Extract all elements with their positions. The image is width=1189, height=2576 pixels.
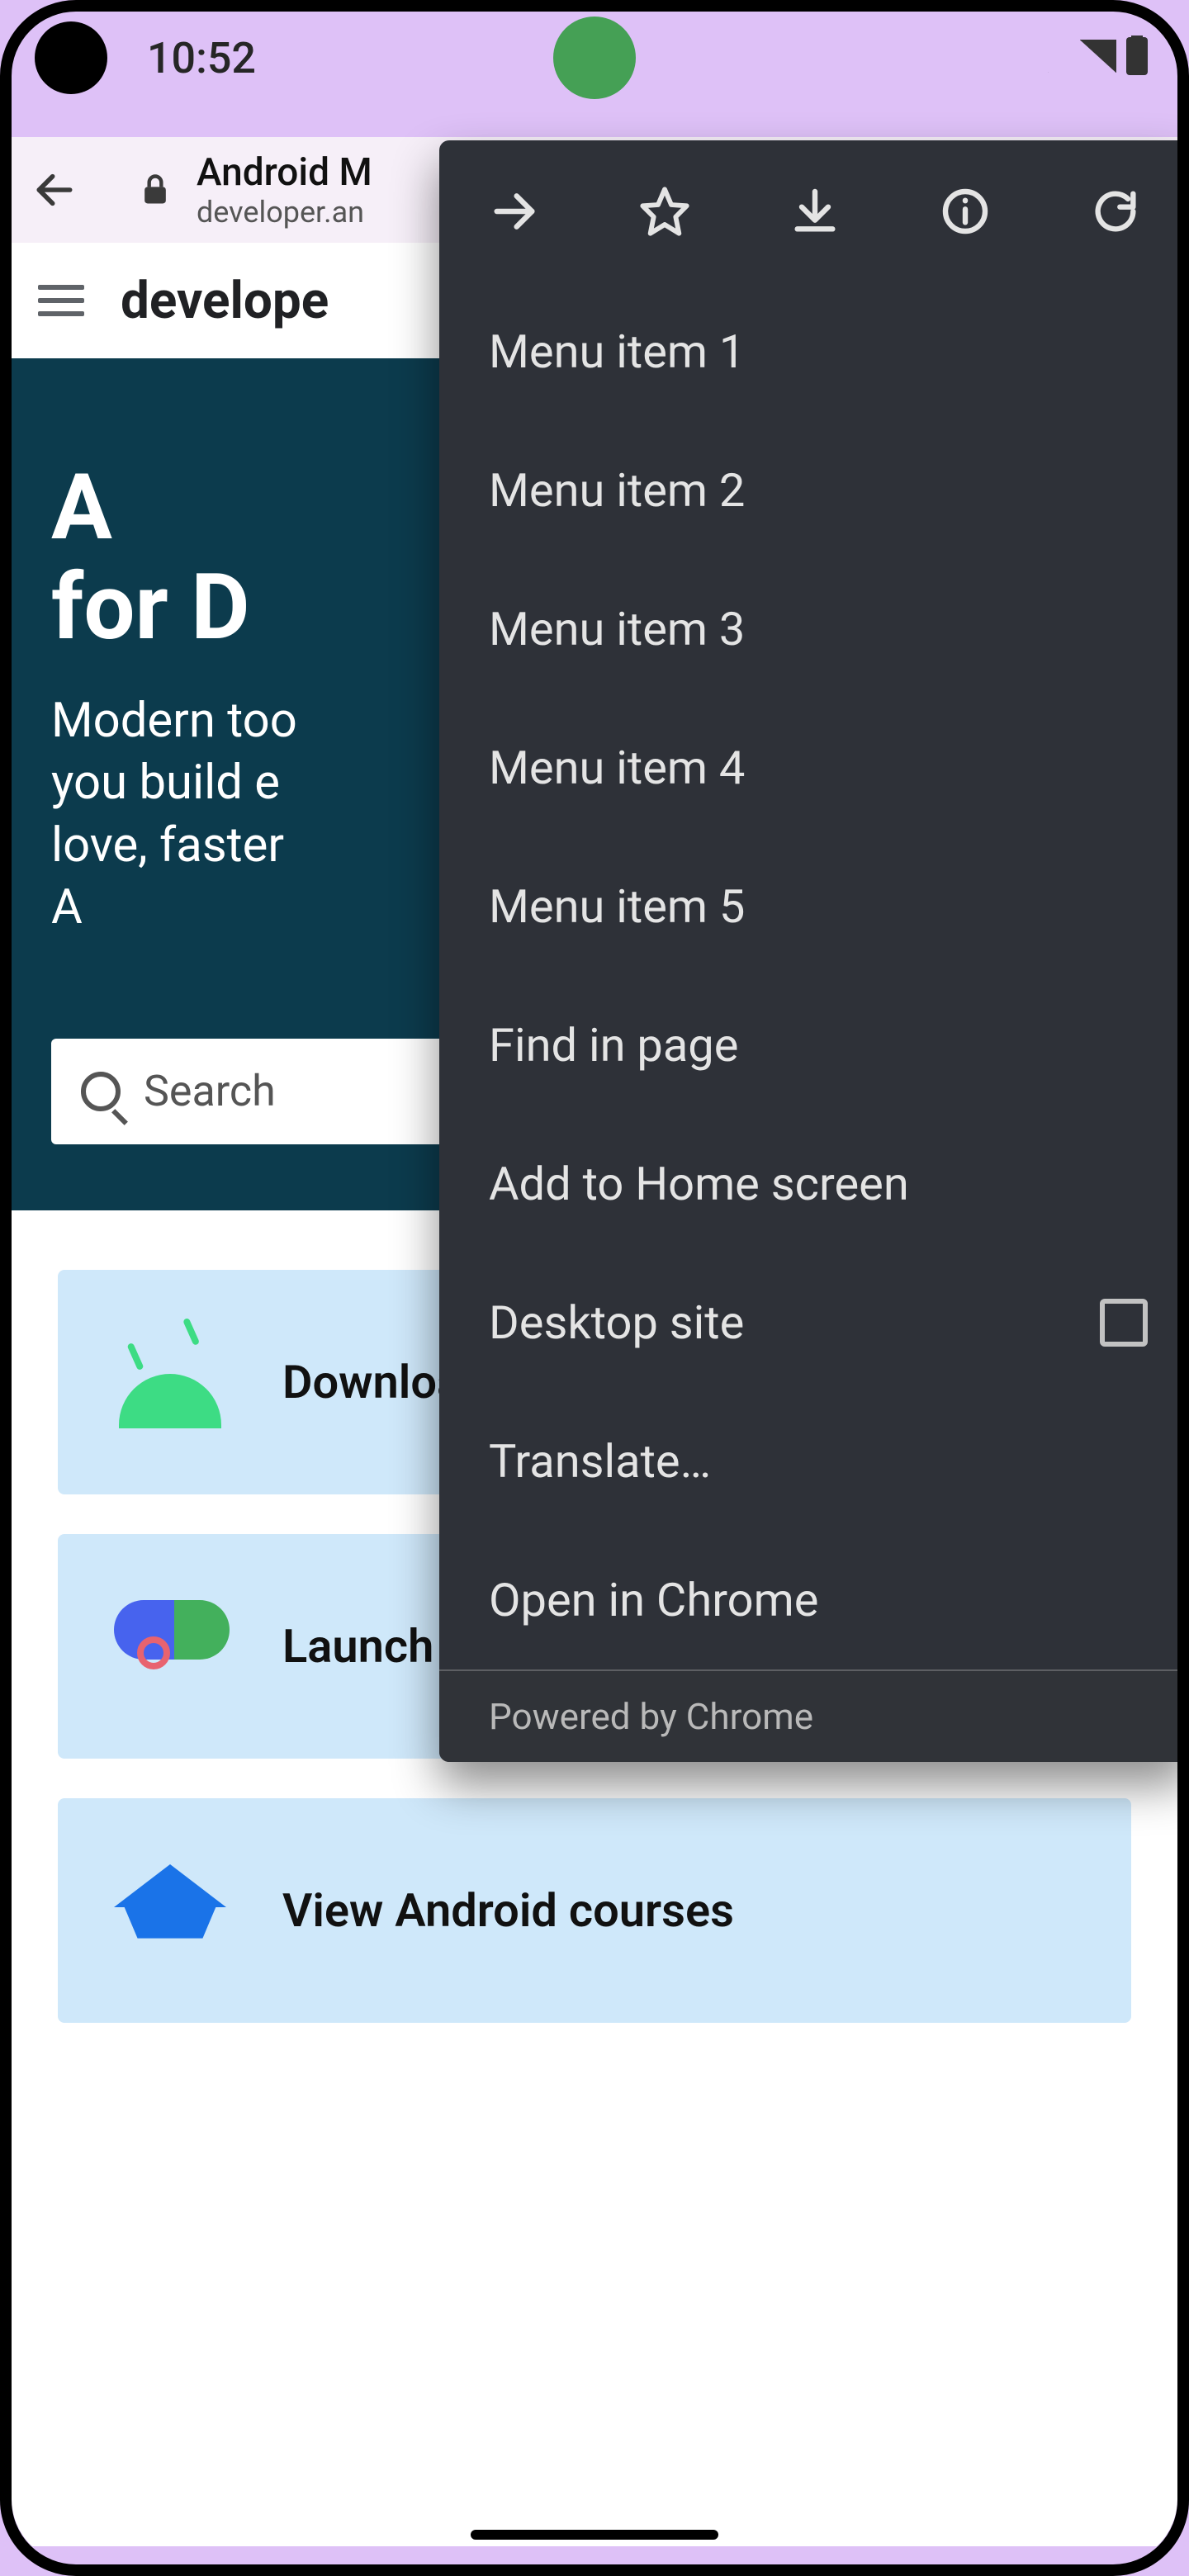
cell-signal-icon xyxy=(1080,40,1116,76)
overflow-menu: Menu item 1 Menu item 2 Menu item 3 Menu… xyxy=(439,140,1177,1762)
menu-item-open-in-chrome[interactable]: Open in Chrome xyxy=(439,1531,1177,1669)
search-icon xyxy=(81,1072,121,1111)
menu-item[interactable]: Menu item 3 xyxy=(439,560,1177,698)
powered-by-label: Powered by Chrome xyxy=(439,1669,1177,1762)
menu-item-label: Find in page xyxy=(489,1018,738,1073)
menu-item[interactable]: Menu item 2 xyxy=(439,421,1177,560)
lock-icon xyxy=(137,172,173,208)
menu-item-label: Translate… xyxy=(489,1434,711,1489)
hero-body-line: love, faster xyxy=(51,817,284,874)
menu-icon-row xyxy=(439,140,1177,282)
star-outline-icon xyxy=(638,185,691,238)
refresh-icon xyxy=(1089,185,1142,238)
status-clock: 10:52 xyxy=(147,33,256,83)
menu-item-desktop-site[interactable]: Desktop site xyxy=(439,1253,1177,1392)
forward-button[interactable] xyxy=(439,140,590,282)
download-button[interactable] xyxy=(740,140,890,282)
wifi-icon xyxy=(1027,40,1070,76)
info-icon xyxy=(939,185,992,238)
play-console-icon xyxy=(114,1600,226,1693)
menu-item[interactable]: Menu item 1 xyxy=(439,282,1177,421)
menu-item-label: Menu item 1 xyxy=(489,324,745,379)
reload-button[interactable] xyxy=(1040,140,1177,282)
front-camera-cutout xyxy=(35,21,107,94)
menu-item-label: Menu item 4 xyxy=(489,741,745,795)
page-title: Android M xyxy=(197,150,372,195)
menu-item[interactable]: Menu item 4 xyxy=(439,698,1177,837)
hero-body-line: you build e xyxy=(51,755,280,811)
back-arrow-icon[interactable] xyxy=(31,167,78,213)
hero-body-line: Modern too xyxy=(51,693,297,749)
download-icon xyxy=(789,185,841,238)
android-icon xyxy=(114,1336,226,1428)
menu-item[interactable]: Menu item 5 xyxy=(439,837,1177,976)
menu-item-label: Menu item 2 xyxy=(489,463,745,518)
menu-item-translate[interactable]: Translate… xyxy=(439,1392,1177,1531)
menu-item-label: Desktop site xyxy=(489,1295,744,1350)
menu-item-label: Menu item 3 xyxy=(489,602,745,656)
arrow-forward-icon xyxy=(488,185,541,238)
checkbox-unchecked-icon[interactable] xyxy=(1100,1299,1148,1347)
hero-title-line: A xyxy=(51,454,112,561)
site-logo-text[interactable]: develope xyxy=(121,271,329,331)
status-bar: 10:52 xyxy=(12,12,1177,104)
hero-body-line: A xyxy=(51,879,83,935)
hero-title-line: for D xyxy=(51,554,250,661)
graduation-cap-icon xyxy=(114,1864,226,1957)
bookmark-button[interactable] xyxy=(590,140,740,282)
menu-item-label: Open in Chrome xyxy=(489,1573,818,1627)
menu-item-add-to-home[interactable]: Add to Home screen xyxy=(439,1115,1177,1253)
card-android-courses[interactable]: View Android courses xyxy=(58,1798,1131,2023)
card-label: View Android courses xyxy=(282,1883,734,1938)
menu-item-label: Add to Home screen xyxy=(489,1157,909,1211)
search-placeholder: Search xyxy=(144,1066,276,1116)
battery-icon xyxy=(1126,37,1148,78)
menu-item-find-in-page[interactable]: Find in page xyxy=(439,976,1177,1115)
status-center-dot-icon xyxy=(553,17,636,99)
info-button[interactable] xyxy=(890,140,1040,282)
gesture-nav-handle[interactable] xyxy=(471,2530,718,2540)
page-url: developer.an xyxy=(197,195,372,230)
menu-item-label: Menu item 5 xyxy=(489,879,745,934)
hamburger-icon[interactable] xyxy=(38,285,84,316)
